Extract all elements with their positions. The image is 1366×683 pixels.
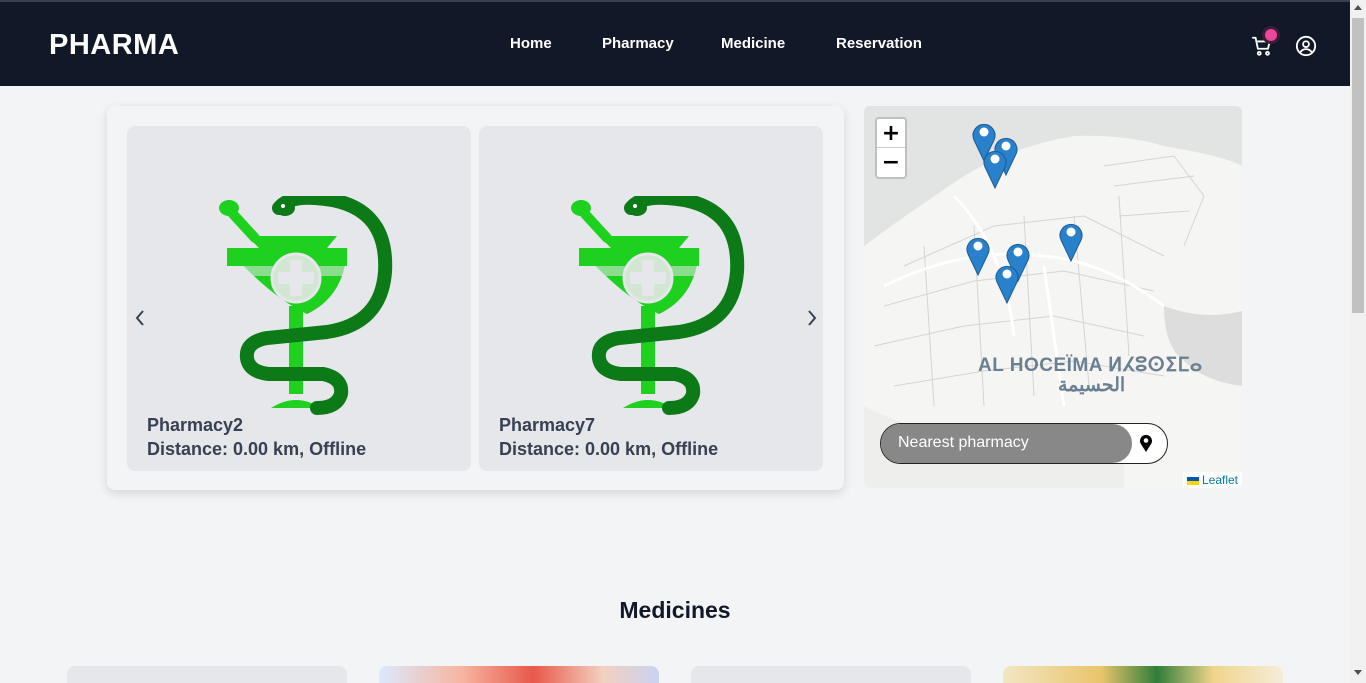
nav-pharmacy[interactable]: Pharmacy <box>602 35 674 52</box>
cart-badge <box>1265 29 1277 41</box>
map-zoom-control: + − <box>875 117 907 179</box>
nav-home[interactable]: Home <box>510 35 552 52</box>
pharmacy-carousel: Pharmacy2 Distance: 0.00 km, Offline Pha… <box>107 106 844 490</box>
pharmacy-distance-status: Distance: 0.00 km, Offline <box>147 439 367 459</box>
brand-logo[interactable]: PHARMA <box>49 29 179 62</box>
pharmacy-card[interactable]: Pharmacy2 Distance: 0.00 km, Offline <box>127 126 471 471</box>
scroll-down-arrow-icon[interactable] <box>1354 670 1362 675</box>
pharmacy-caduceus-icon <box>571 196 745 415</box>
chevron-right-icon[interactable] <box>805 308 819 328</box>
chevron-left-icon[interactable] <box>133 308 147 328</box>
map-marker-icon[interactable] <box>1058 220 1084 262</box>
pharmacy-name: Pharmacy2 <box>147 415 244 435</box>
ukraine-flag-icon <box>1186 476 1199 485</box>
map-marker-icon[interactable] <box>965 234 991 276</box>
pharmacy-name: Pharmacy7 <box>499 415 596 435</box>
leaflet-link[interactable]: Leaflet <box>1202 473 1238 487</box>
map-attribution[interactable]: Leaflet <box>1182 472 1242 488</box>
nearest-pharmacy-label: Nearest pharmacy <box>881 424 1132 463</box>
medicine-card[interactable] <box>67 666 347 683</box>
map-marker-icon[interactable] <box>994 262 1020 304</box>
nav-medicine[interactable]: Medicine <box>721 35 785 52</box>
scroll-up-arrow-icon[interactable] <box>1354 5 1362 10</box>
medicine-card[interactable] <box>1003 666 1283 683</box>
zoom-out-button[interactable]: − <box>877 148 905 177</box>
medicine-card[interactable] <box>691 666 971 683</box>
scroll-thumb[interactable] <box>1352 18 1364 313</box>
top-navbar: PHARMA Home Pharmacy Medicine Reservatio… <box>0 0 1350 86</box>
nearest-pharmacy-button[interactable]: Nearest pharmacy <box>880 423 1168 464</box>
medicine-card[interactable] <box>379 666 659 683</box>
map-marker-icon[interactable] <box>982 147 1008 189</box>
map-city-label-arabic: الحسيمة <box>1058 375 1126 396</box>
page-scrollbar[interactable] <box>1350 0 1366 683</box>
nav-reservation[interactable]: Reservation <box>836 35 922 52</box>
zoom-in-button[interactable]: + <box>877 119 905 148</box>
pharmacy-caduceus-icon <box>219 196 393 415</box>
pharmacy-map[interactable]: AL HOCEÏMA ⵍⵃⵓⵙⵉⵎⴰ الحسيمة + − Nearest p… <box>864 106 1242 488</box>
location-pin-icon[interactable] <box>1139 434 1153 453</box>
pharmacy-distance-status: Distance: 0.00 km, Offline <box>499 439 719 459</box>
user-circle-icon[interactable] <box>1295 35 1317 57</box>
pharmacy-card[interactable]: Pharmacy7 Distance: 0.00 km, Offline <box>479 126 823 471</box>
medicines-section-title: Medicines <box>619 597 731 623</box>
